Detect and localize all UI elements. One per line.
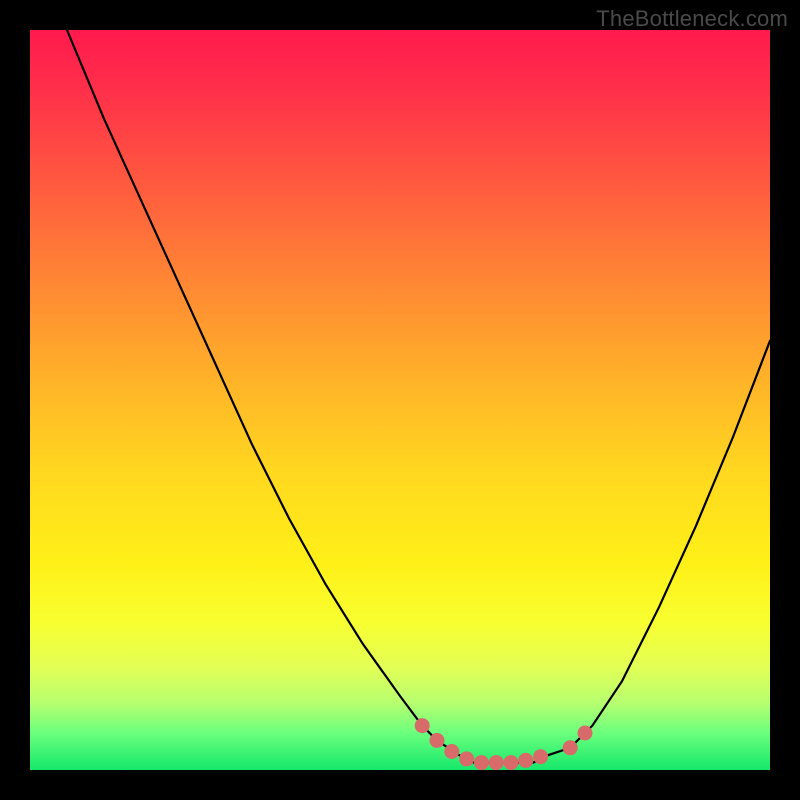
marker-dot <box>533 749 548 764</box>
chart-svg <box>30 30 770 770</box>
chart-frame: TheBottleneck.com <box>0 0 800 800</box>
marker-dot <box>459 751 474 766</box>
marker-dot <box>489 755 504 770</box>
marker-dot <box>578 726 593 741</box>
plot-area <box>30 30 770 770</box>
marker-dot <box>518 753 533 768</box>
marker-dot <box>504 755 519 770</box>
bottleneck-curve <box>67 30 770 763</box>
marker-dot <box>430 733 445 748</box>
marker-dot <box>415 718 430 733</box>
marker-dot <box>563 740 578 755</box>
watermark-text: TheBottleneck.com <box>596 6 788 32</box>
marker-dot <box>444 744 459 759</box>
marker-dot <box>474 755 489 770</box>
marker-group <box>415 718 593 770</box>
